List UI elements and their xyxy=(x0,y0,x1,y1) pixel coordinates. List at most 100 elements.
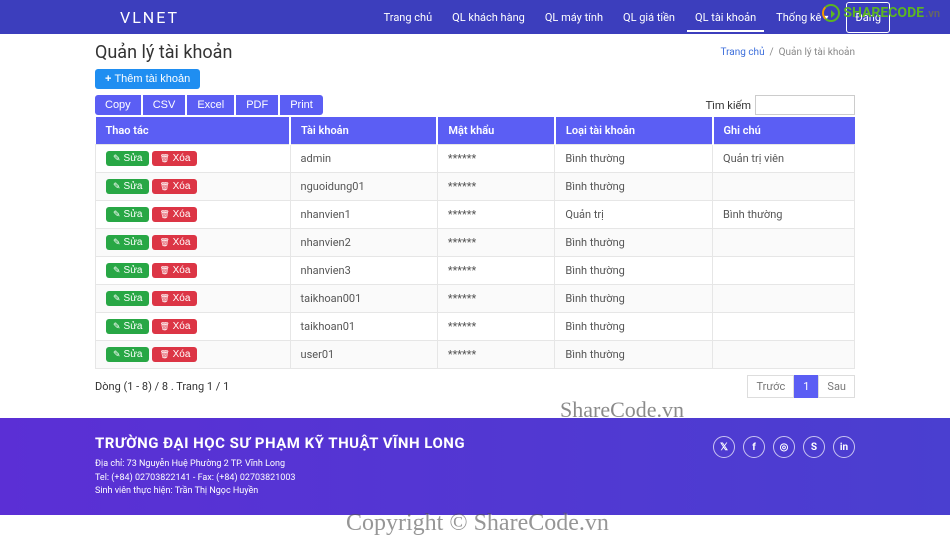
trash-icon xyxy=(159,349,169,360)
nav-prices[interactable]: QL giá tiền xyxy=(615,3,683,32)
edit-button[interactable]: Sửa xyxy=(106,235,149,250)
col-actions[interactable]: Thao tác xyxy=(96,117,291,145)
excel-button[interactable]: Excel xyxy=(187,95,234,115)
nav-customers[interactable]: QL khách hàng xyxy=(444,3,533,32)
trash-icon xyxy=(159,237,169,248)
delete-button[interactable]: Xóa xyxy=(152,319,197,334)
col-note[interactable]: Ghi chú xyxy=(713,117,855,145)
delete-button[interactable]: Xóa xyxy=(152,151,197,166)
top-nav: VLNET Trang chủ QL khách hàng QL máy tín… xyxy=(0,0,950,34)
breadcrumb-home[interactable]: Trang chủ xyxy=(720,47,764,58)
print-button[interactable]: Print xyxy=(280,95,323,115)
brand-logo[interactable]: VLNET xyxy=(120,8,179,27)
cell-type: Bình thường xyxy=(555,313,713,341)
nav-computers[interactable]: QL máy tính xyxy=(537,3,611,32)
delete-button[interactable]: Xóa xyxy=(152,347,197,362)
trash-icon xyxy=(159,209,169,220)
edit-button[interactable]: Sửa xyxy=(106,179,149,194)
twitter-icon[interactable]: 𝕏 xyxy=(713,436,735,458)
accounts-table: Thao tác Tài khoản Mật khẩu Loại tài kho… xyxy=(95,117,855,369)
edit-button[interactable]: Sửa xyxy=(106,263,149,278)
cell-username: taikhoan001 xyxy=(290,285,437,313)
cell-username: nhanvien1 xyxy=(290,201,437,229)
table-row: Sửa Xóa taikhoan001******Bình thường xyxy=(96,285,855,313)
cell-password: ****** xyxy=(437,257,555,285)
cell-note xyxy=(713,341,855,369)
facebook-icon[interactable]: f xyxy=(743,436,765,458)
export-toolbar: Copy CSV Excel PDF Print Tìm kiếm xyxy=(95,95,855,115)
csv-button[interactable]: CSV xyxy=(143,95,186,115)
cell-username: nhanvien3 xyxy=(290,257,437,285)
page-next[interactable]: Sau xyxy=(818,375,855,398)
table-row: Sửa Xóa taikhoan01******Bình thường xyxy=(96,313,855,341)
cell-password: ****** xyxy=(437,285,555,313)
cell-username: taikhoan01 xyxy=(290,313,437,341)
page-1[interactable]: 1 xyxy=(794,375,818,398)
delete-button[interactable]: Xóa xyxy=(152,235,197,250)
page-prev[interactable]: Trước xyxy=(747,375,794,398)
cell-password: ****** xyxy=(437,313,555,341)
col-type[interactable]: Loại tài khoản xyxy=(555,117,713,145)
table-info: Dòng (1 - 8) / 8 . Trang 1 / 1 xyxy=(95,380,229,393)
nav-accounts[interactable]: QL tài khoản xyxy=(687,3,764,32)
copy-button[interactable]: Copy xyxy=(95,95,141,115)
cell-type: Bình thường xyxy=(555,173,713,201)
cell-password: ****** xyxy=(437,229,555,257)
recycle-icon xyxy=(822,4,840,22)
cell-type: Bình thường xyxy=(555,341,713,369)
cell-note xyxy=(713,313,855,341)
pencil-icon xyxy=(113,293,121,304)
edit-button[interactable]: Sửa xyxy=(106,347,149,362)
search-input[interactable] xyxy=(755,95,855,115)
table-row: Sửa Xóa nhanvien2******Bình thường xyxy=(96,229,855,257)
footer-title: TRƯỜNG ĐẠI HỌC SƯ PHẠM KỸ THUẬT VĨNH LON… xyxy=(95,434,465,452)
page-title: Quản lý tài khoản xyxy=(95,42,232,63)
delete-button[interactable]: Xóa xyxy=(152,291,197,306)
pagination: Trước 1 Sau xyxy=(747,375,855,398)
cell-password: ****** xyxy=(437,201,555,229)
pencil-icon xyxy=(113,153,121,164)
delete-button[interactable]: Xóa xyxy=(152,207,197,222)
cell-password: ****** xyxy=(437,145,555,173)
pencil-icon xyxy=(113,349,121,360)
sharecode-watermark-logo: SHARECODE.vn xyxy=(822,4,940,22)
trash-icon xyxy=(159,153,169,164)
pdf-button[interactable]: PDF xyxy=(236,95,278,115)
cell-note: Quản trị viên xyxy=(713,145,855,173)
delete-button[interactable]: Xóa xyxy=(152,263,197,278)
cell-type: Bình thường xyxy=(555,229,713,257)
trash-icon xyxy=(159,321,169,332)
breadcrumb-current: Quản lý tài khoản xyxy=(779,47,855,58)
table-row: Sửa Xóa nhanvien3******Bình thường xyxy=(96,257,855,285)
pencil-icon xyxy=(113,321,121,332)
cell-username: nguoidung01 xyxy=(290,173,437,201)
edit-button[interactable]: Sửa xyxy=(106,291,149,306)
footer-author: Sinh viên thực hiện: Trần Thị Ngọc Huyền xyxy=(95,485,465,499)
cell-type: Bình thường xyxy=(555,285,713,313)
cell-password: ****** xyxy=(437,173,555,201)
trash-icon xyxy=(159,181,169,192)
edit-button[interactable]: Sửa xyxy=(106,151,149,166)
footer-address: Địa chỉ: 73 Nguyễn Huệ Phường 2 TP. Vĩnh… xyxy=(95,458,465,472)
nav-home[interactable]: Trang chủ xyxy=(376,3,441,32)
main-content: Quản lý tài khoản Trang chủ / Quản lý tà… xyxy=(95,34,855,408)
edit-button[interactable]: Sửa xyxy=(106,207,149,222)
pencil-icon xyxy=(113,209,121,220)
table-row: Sửa Xóauser01******Bình thường xyxy=(96,341,855,369)
edit-button[interactable]: Sửa xyxy=(106,319,149,334)
cell-type: Bình thường xyxy=(555,257,713,285)
col-username[interactable]: Tài khoản xyxy=(290,117,437,145)
skype-icon[interactable]: S xyxy=(803,436,825,458)
delete-button[interactable]: Xóa xyxy=(152,179,197,194)
footer: TRƯỜNG ĐẠI HỌC SƯ PHẠM KỸ THUẬT VĨNH LON… xyxy=(0,418,950,515)
cell-username: nhanvien2 xyxy=(290,229,437,257)
col-password[interactable]: Mật khẩu xyxy=(437,117,555,145)
cell-note: Bình thường xyxy=(713,201,855,229)
add-account-button[interactable]: Thêm tài khoản xyxy=(95,69,200,89)
cell-note xyxy=(713,257,855,285)
cell-note xyxy=(713,229,855,257)
linkedin-icon[interactable]: in xyxy=(833,436,855,458)
instagram-icon[interactable]: ◎ xyxy=(773,436,795,458)
cell-note xyxy=(713,173,855,201)
plus-icon xyxy=(105,73,111,85)
